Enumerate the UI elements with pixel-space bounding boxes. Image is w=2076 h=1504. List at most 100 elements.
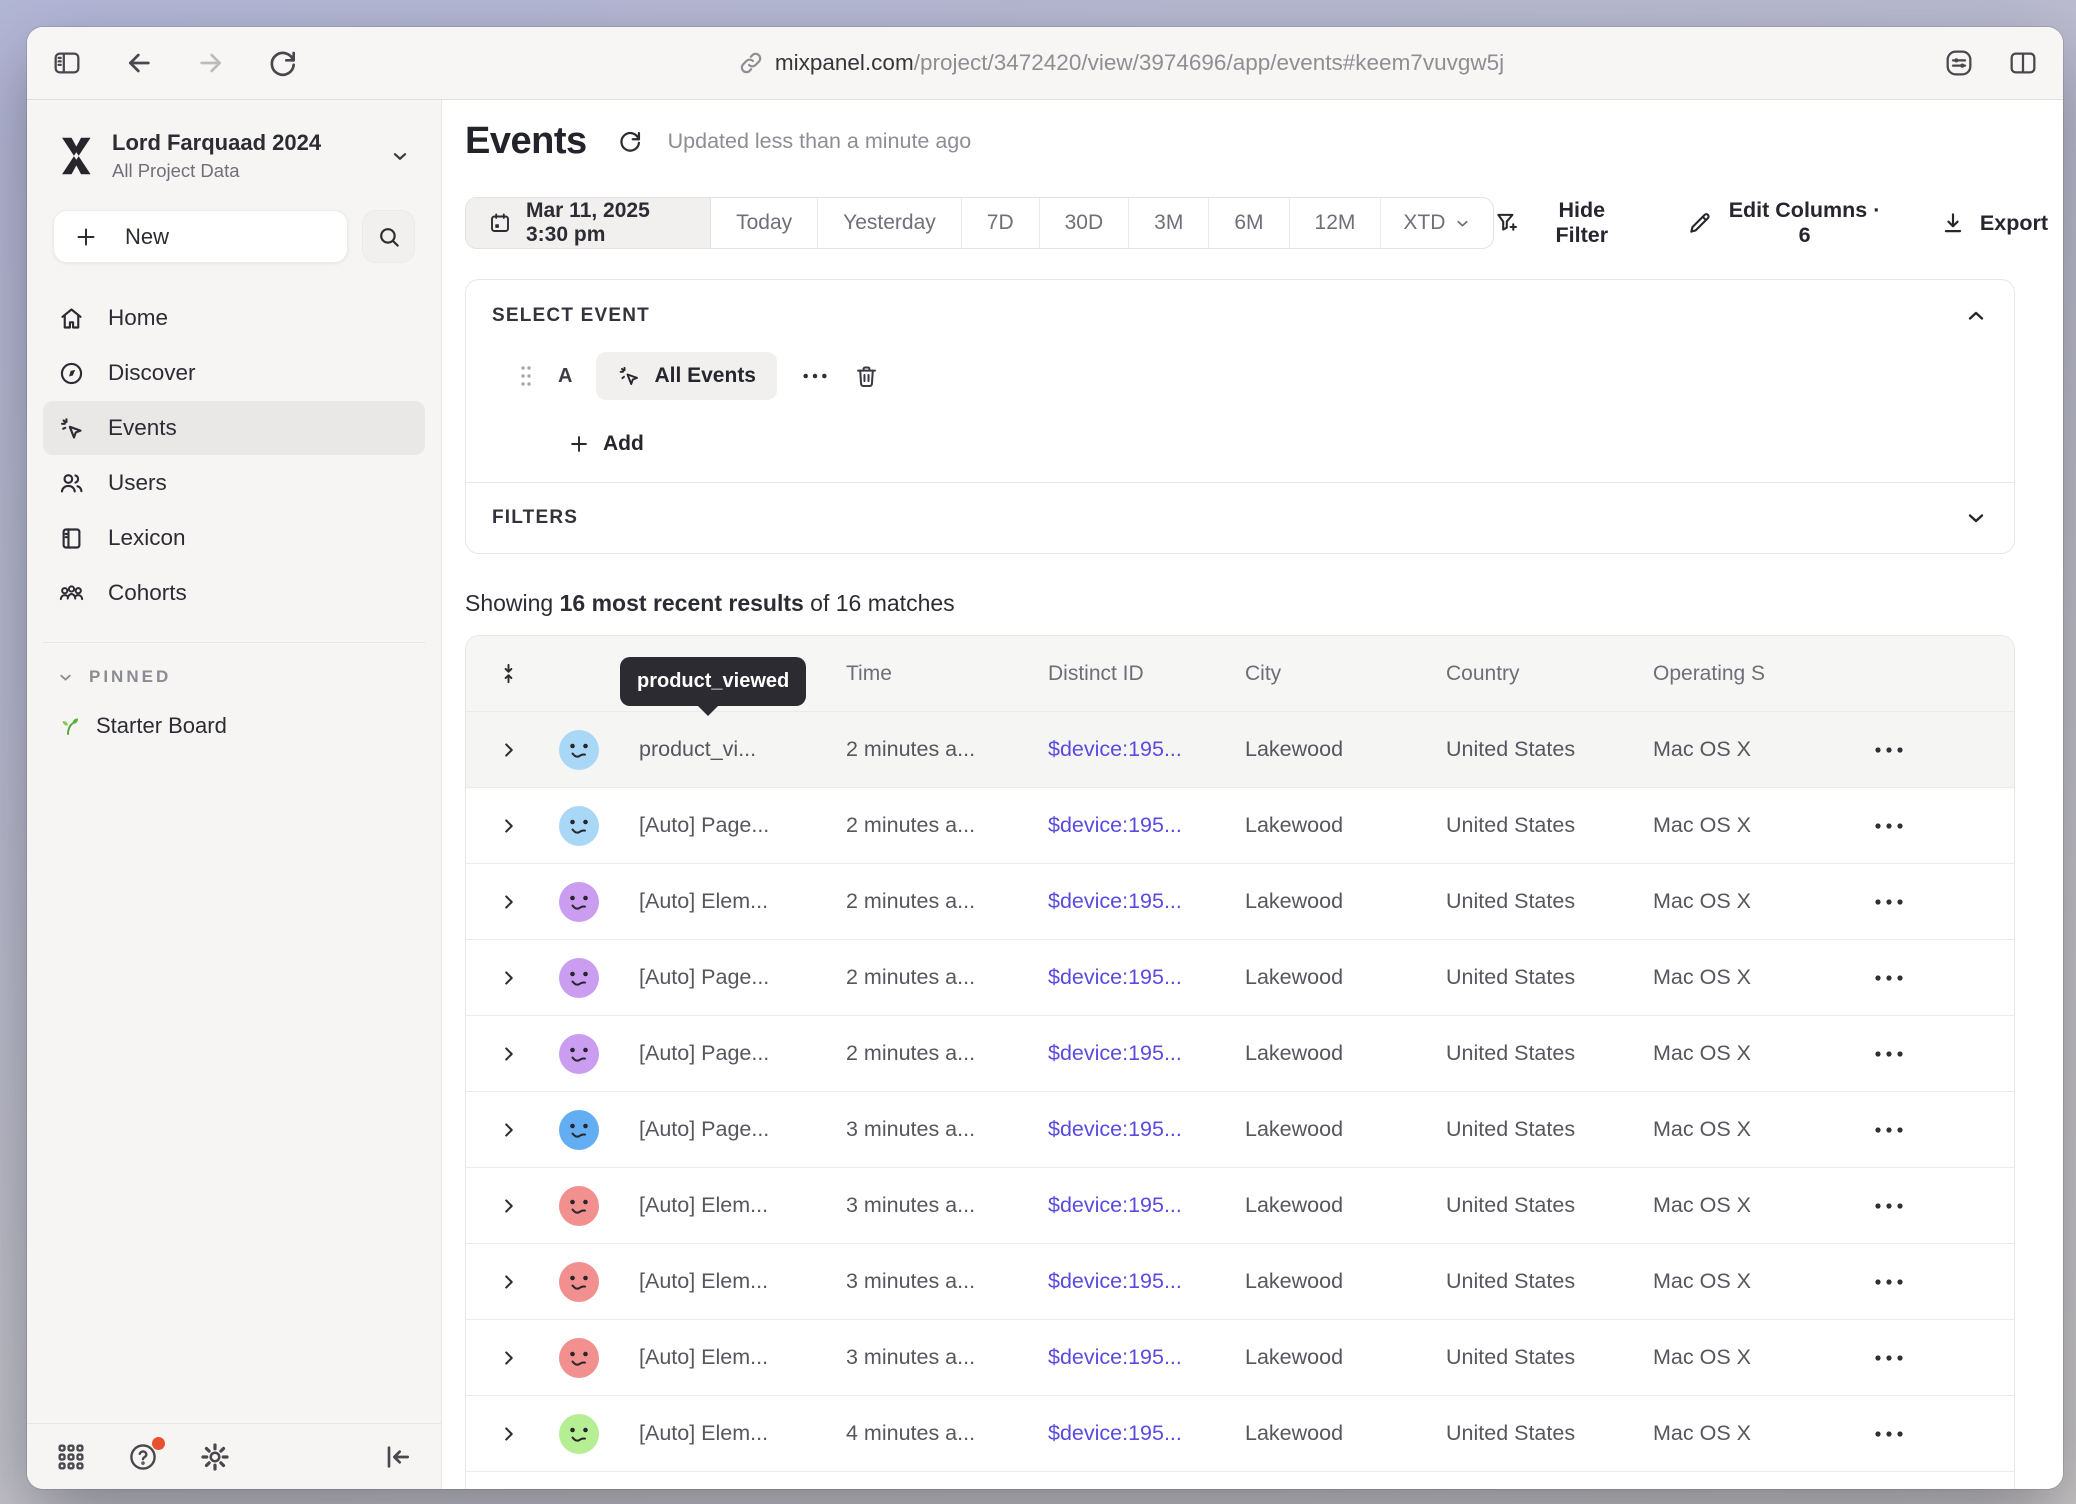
row-expand-chevron[interactable] [498,1195,520,1217]
row-menu-button[interactable] [1874,974,1904,982]
column-header-country[interactable]: Country [1446,662,1653,686]
os-cell: Mac OS X [1653,1421,1856,1446]
table-row[interactable] [466,1472,2014,1489]
range-xtd[interactable]: XTD [1381,198,1493,248]
row-expand-chevron[interactable] [498,739,520,761]
add-event-button[interactable]: Add [568,432,644,456]
apps-grid-icon[interactable] [55,1441,87,1473]
sidebar-item-starter-board[interactable]: Starter Board [57,713,441,739]
range-3m[interactable]: 3M [1129,198,1209,248]
new-button[interactable]: New [53,210,348,263]
row-expand-chevron[interactable] [498,891,520,913]
column-header-operating-system[interactable]: Operating S [1653,662,1856,686]
browser-back-icon[interactable] [123,47,155,79]
distinct-id-link[interactable]: $device:195... [1048,813,1245,838]
distinct-id-link[interactable]: $device:195... [1048,1117,1245,1142]
range-12m[interactable]: 12M [1290,198,1382,248]
city-cell: Lakewood [1245,1041,1446,1066]
export-button[interactable]: Export [1940,210,2048,236]
collapse-section-chevron-up-icon[interactable] [1964,304,1988,328]
search-button[interactable] [362,210,415,263]
distinct-id-link[interactable]: $device:195... [1048,1421,1245,1446]
distinct-id-link[interactable]: $device:195... [1048,1269,1245,1294]
sidebar-item-discover[interactable]: Discover [43,346,425,400]
table-row[interactable]: [Auto] Page...2 minutes a...$device:195.… [466,940,2014,1016]
sidebar-item-events[interactable]: Events [43,401,425,455]
column-header-distinct-id[interactable]: Distinct ID [1048,662,1245,686]
project-subtitle: All Project Data [112,160,372,182]
row-menu-button[interactable] [1874,1354,1904,1362]
plus-icon [568,433,590,455]
event-row-menu-icon[interactable] [801,372,829,380]
os-cell: Mac OS X [1653,1041,1856,1066]
row-menu-button[interactable] [1874,1126,1904,1134]
row-menu-button[interactable] [1874,1050,1904,1058]
date-picker[interactable]: Mar 11, 2025 3:30 pm [466,198,711,248]
browser-sidebar-toggle-icon[interactable] [51,47,83,79]
browser-reload-icon[interactable] [267,47,299,79]
row-menu-button[interactable] [1874,1202,1904,1210]
distinct-id-link[interactable]: $device:195... [1048,1193,1245,1218]
table-row[interactable]: [Auto] Elem...3 minutes a...$device:195.… [466,1168,2014,1244]
row-expand-chevron[interactable] [498,1043,520,1065]
range-today[interactable]: Today [711,198,818,248]
row-expand-chevron[interactable] [498,1119,520,1141]
users-icon [58,470,85,497]
city-cell: Lakewood [1245,1421,1446,1446]
sidebar-item-home[interactable]: Home [43,291,425,345]
column-header-city[interactable]: City [1245,662,1446,686]
table-row[interactable]: [Auto] Elem...3 minutes a...$device:195.… [466,1244,2014,1320]
gear-icon[interactable] [199,1441,231,1473]
sidebar-item-cohorts[interactable]: Cohorts [43,566,425,620]
collapse-sidebar-icon[interactable] [381,1441,413,1473]
browser-page-settings-icon[interactable] [1943,47,1975,79]
help-icon[interactable] [127,1441,159,1473]
browser-split-view-icon[interactable] [2007,47,2039,79]
table-row[interactable]: [Auto] Elem...4 minutes a...$device:195.… [466,1396,2014,1472]
sidebar-item-users[interactable]: Users [43,456,425,510]
range-7d[interactable]: 7D [962,198,1040,248]
os-cell: Mac OS X [1653,1193,1856,1218]
row-expand-chevron[interactable] [498,967,520,989]
row-expand-chevron[interactable] [498,1347,520,1369]
drag-handle-icon[interactable] [518,363,534,389]
seedling-icon [57,714,81,738]
plus-icon [74,225,98,249]
row-menu-button[interactable] [1874,746,1904,754]
row-menu-button[interactable] [1874,1278,1904,1286]
browser-forward-icon[interactable] [195,47,227,79]
column-header-time[interactable]: Time [846,662,1048,686]
range-yesterday[interactable]: Yesterday [818,198,962,248]
edit-columns-button[interactable]: Edit Columns · 6 [1687,198,1882,248]
collapse-rows-icon[interactable] [497,662,520,685]
row-menu-button[interactable] [1874,1430,1904,1438]
trash-icon[interactable] [853,363,880,390]
range-6m[interactable]: 6M [1209,198,1289,248]
distinct-id-link[interactable]: $device:195... [1048,1345,1245,1370]
expand-section-chevron-down-icon[interactable] [1964,506,1988,530]
table-row[interactable]: [Auto] Page...2 minutes a...$device:195.… [466,1016,2014,1092]
project-switcher[interactable]: Lord Farquaad 2024 All Project Data [27,100,441,182]
url-bar[interactable]: mixpanel.com/project/3472420/view/397469… [299,50,1943,76]
row-menu-button[interactable] [1874,898,1904,906]
distinct-id-link[interactable]: $device:195... [1048,1041,1245,1066]
hide-filter-button[interactable]: Hide Filter [1494,198,1629,248]
distinct-id-link[interactable]: $device:195... [1048,737,1245,762]
table-row[interactable]: [Auto] Page...2 minutes a...$device:195.… [466,788,2014,864]
distinct-id-link[interactable]: $device:195... [1048,889,1245,914]
os-cell: Mac OS X [1653,1117,1856,1142]
refresh-icon[interactable] [617,128,644,155]
pinned-section-header[interactable]: PINNED [57,667,441,687]
table-row[interactable]: [Auto] Elem...2 minutes a...$device:195.… [466,864,2014,940]
row-menu-button[interactable] [1874,822,1904,830]
table-row[interactable]: [Auto] Elem...3 minutes a...$device:195.… [466,1320,2014,1396]
distinct-id-link[interactable]: $device:195... [1048,965,1245,990]
row-expand-chevron[interactable] [498,1271,520,1293]
sidebar-item-lexicon[interactable]: Lexicon [43,511,425,565]
event-selector-chip[interactable]: All Events [596,352,777,400]
range-30d[interactable]: 30D [1040,198,1130,248]
row-expand-chevron[interactable] [498,1423,520,1445]
table-row[interactable]: [Auto] Page...3 minutes a...$device:195.… [466,1092,2014,1168]
sidebar: Lord Farquaad 2024 All Project Data New [27,100,442,1489]
row-expand-chevron[interactable] [498,815,520,837]
